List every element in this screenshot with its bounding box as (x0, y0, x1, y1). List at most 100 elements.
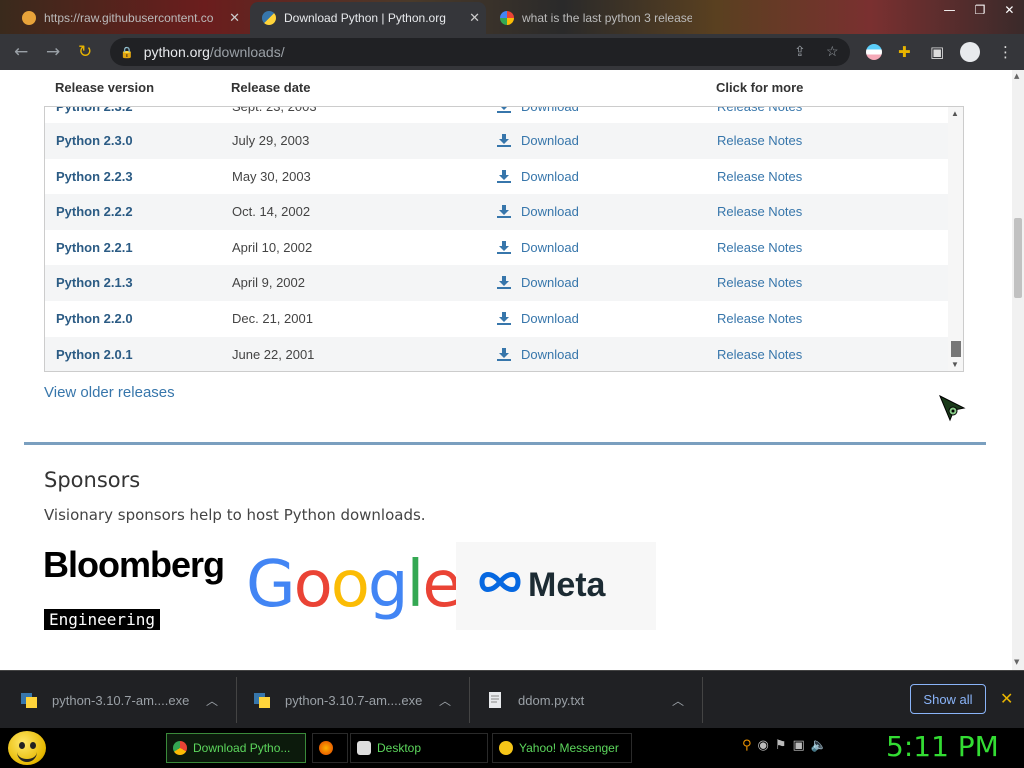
share-icon[interactable]: ⇪ (794, 43, 806, 60)
page-scroll-up-icon[interactable]: ▲ (1014, 72, 1019, 80)
search-icon[interactable]: ⚲ (742, 738, 752, 753)
meta-wordmark: Meta (528, 566, 606, 604)
meta-logo[interactable]: Meta (456, 542, 656, 630)
download-label: Download (521, 204, 579, 220)
page-scrollbar[interactable]: ▲ ▼ (1012, 70, 1024, 670)
release-version-link[interactable]: Python 2.0.1 (56, 347, 133, 362)
scrollbar-thumb[interactable] (951, 341, 961, 357)
volume-icon[interactable]: 🔈 (811, 738, 827, 753)
table-row: Python 2.0.1 June 22, 2001 Download Release… (45, 336, 949, 371)
google-favicon-icon (500, 11, 514, 25)
release-version-link[interactable]: Python 2.2.3 (56, 169, 133, 184)
download-item[interactable]: ddom.py.txt ︿ (486, 671, 696, 729)
table-row: Python 2.3.0 July 29, 2003 Download Release… (45, 123, 949, 159)
release-list-scrollbar[interactable]: ▲ ▼ (948, 107, 963, 371)
scroll-down-icon[interactable]: ▼ (951, 360, 959, 369)
tab-download-python[interactable]: Download Python | Python.org ✕ (250, 2, 486, 34)
address-bar[interactable]: 🔒 python.org/downloads/ ⇪ ☆ (110, 38, 850, 66)
release-notes-link[interactable]: Release Notes (717, 311, 802, 326)
meta-infinity-icon (479, 572, 521, 592)
release-version-link[interactable]: Python 2.3.0 (56, 133, 133, 148)
bookmark-star-icon[interactable]: ☆ (826, 43, 839, 60)
table-row: Python 2.2.2 Oct. 14, 2002 Download Release… (45, 194, 949, 230)
download-link[interactable]: Download (497, 169, 579, 184)
download-item[interactable]: python-3.10.7-am....exe ︿ (253, 671, 463, 729)
taskbar-item-yahoo-messenger[interactable]: Yahoo! Messenger (492, 733, 632, 763)
maximize-icon[interactable]: ❐ (975, 3, 986, 17)
page-scroll-down-icon[interactable]: ▼ (1014, 658, 1019, 666)
lock-icon[interactable]: 🔒 (120, 46, 134, 59)
release-version-link[interactable]: Python 2.2.1 (56, 240, 133, 255)
close-window-icon[interactable]: ✕ (1004, 3, 1014, 17)
github-favicon-icon (22, 11, 36, 25)
download-link[interactable]: Download (497, 106, 579, 114)
download-filename: ddom.py.txt (518, 692, 585, 708)
start-button[interactable] (8, 731, 46, 765)
release-notes-link[interactable]: Release Notes (717, 107, 802, 114)
side-panel-icon[interactable]: ▣ (930, 43, 944, 61)
download-item[interactable]: python-3.10.7-am....exe ︿ (20, 671, 230, 729)
release-list[interactable]: Python 2.3.2 Sept. 23, 2003 Download Rel… (44, 106, 964, 372)
release-version-link[interactable]: Python 2.2.2 (56, 204, 133, 219)
release-notes-link[interactable]: Release Notes (717, 133, 802, 148)
view-older-releases-link[interactable]: View older releases (44, 384, 175, 401)
avatar[interactable] (960, 42, 980, 62)
release-version-link[interactable]: Python 2.1.3 (56, 275, 133, 290)
back-icon[interactable]: ← (14, 42, 28, 62)
chevron-up-icon[interactable]: ︿ (439, 692, 451, 709)
display-icon[interactable]: ▣ (793, 738, 805, 753)
menu-kebab-icon[interactable]: ⋮ (998, 43, 1013, 61)
tab-raw-github[interactable]: https://raw.githubusercontent.com ✕ (10, 2, 246, 34)
release-notes-link[interactable]: Release Notes (717, 240, 802, 255)
download-link[interactable]: Download (497, 133, 579, 148)
smiley-eye (30, 742, 36, 749)
tab-close-icon[interactable]: ✕ (229, 10, 240, 26)
taskbar-item-desktop[interactable]: Desktop (350, 733, 488, 763)
download-link[interactable]: Download (497, 240, 579, 255)
google-letter: e (422, 548, 461, 622)
google-logo[interactable]: Google (246, 548, 462, 622)
extensions-icon[interactable]: ✚ (898, 43, 911, 61)
smiley-mouth (17, 751, 37, 762)
url-path: /downloads/ (209, 44, 285, 60)
release-date: May 30, 2003 (232, 168, 311, 184)
download-label: Download (521, 346, 579, 362)
download-link[interactable]: Download (497, 311, 579, 326)
page-scrollbar-thumb[interactable] (1014, 218, 1022, 298)
forward-icon[interactable]: → (46, 42, 60, 62)
bloomberg-engineering-logo[interactable]: Engineering (44, 609, 160, 630)
task-label: Desktop (377, 741, 422, 755)
release-version-link[interactable]: Python 2.2.0 (56, 311, 133, 326)
download-link[interactable]: Download (497, 347, 579, 362)
tab-close-icon[interactable]: ✕ (469, 10, 480, 26)
chevron-up-icon[interactable]: ︿ (672, 692, 684, 709)
task-label: Yahoo! Messenger (519, 741, 619, 755)
show-all-button[interactable]: Show all (910, 684, 986, 714)
release-notes-link[interactable]: Release Notes (717, 275, 802, 290)
chevron-up-icon[interactable]: ︿ (206, 692, 218, 709)
bloomberg-logo[interactable]: Bloomberg (43, 544, 225, 586)
url-host: python.org (143, 44, 210, 60)
tab-strip: https://raw.githubusercontent.com ✕ Down… (0, 0, 1024, 34)
taskbar-item-chrome[interactable]: Download Pytho... (166, 733, 306, 763)
release-notes-link[interactable]: Release Notes (717, 347, 802, 362)
network-blocked-icon[interactable]: ⚑ (775, 738, 787, 753)
release-version-link[interactable]: Python 2.3.2 (56, 107, 133, 114)
download-link[interactable]: Download (497, 275, 579, 290)
tab-google-search[interactable]: what is the last python 3 release (492, 2, 702, 34)
download-link[interactable]: Download (497, 204, 579, 219)
status-icon[interactable]: ◉ (758, 738, 769, 753)
release-notes-link[interactable]: Release Notes (717, 204, 802, 219)
download-label: Download (521, 311, 579, 326)
tab-title: https://raw.githubusercontent.com (44, 11, 214, 25)
release-table-header: Release version Release date Click for m… (0, 70, 1012, 106)
minimize-icon[interactable]: — (944, 3, 956, 17)
scroll-up-icon[interactable]: ▲ (951, 109, 959, 118)
release-notes-link[interactable]: Release Notes (717, 169, 802, 184)
taskbar-item-firefox[interactable] (312, 733, 348, 763)
download-label: Download (521, 106, 579, 114)
header-click-for-more: Click for more (716, 80, 804, 95)
close-shelf-icon[interactable]: ✕ (1000, 689, 1013, 708)
reload-icon[interactable]: ↻ (78, 42, 92, 62)
profile-flag-icon[interactable] (866, 44, 882, 60)
